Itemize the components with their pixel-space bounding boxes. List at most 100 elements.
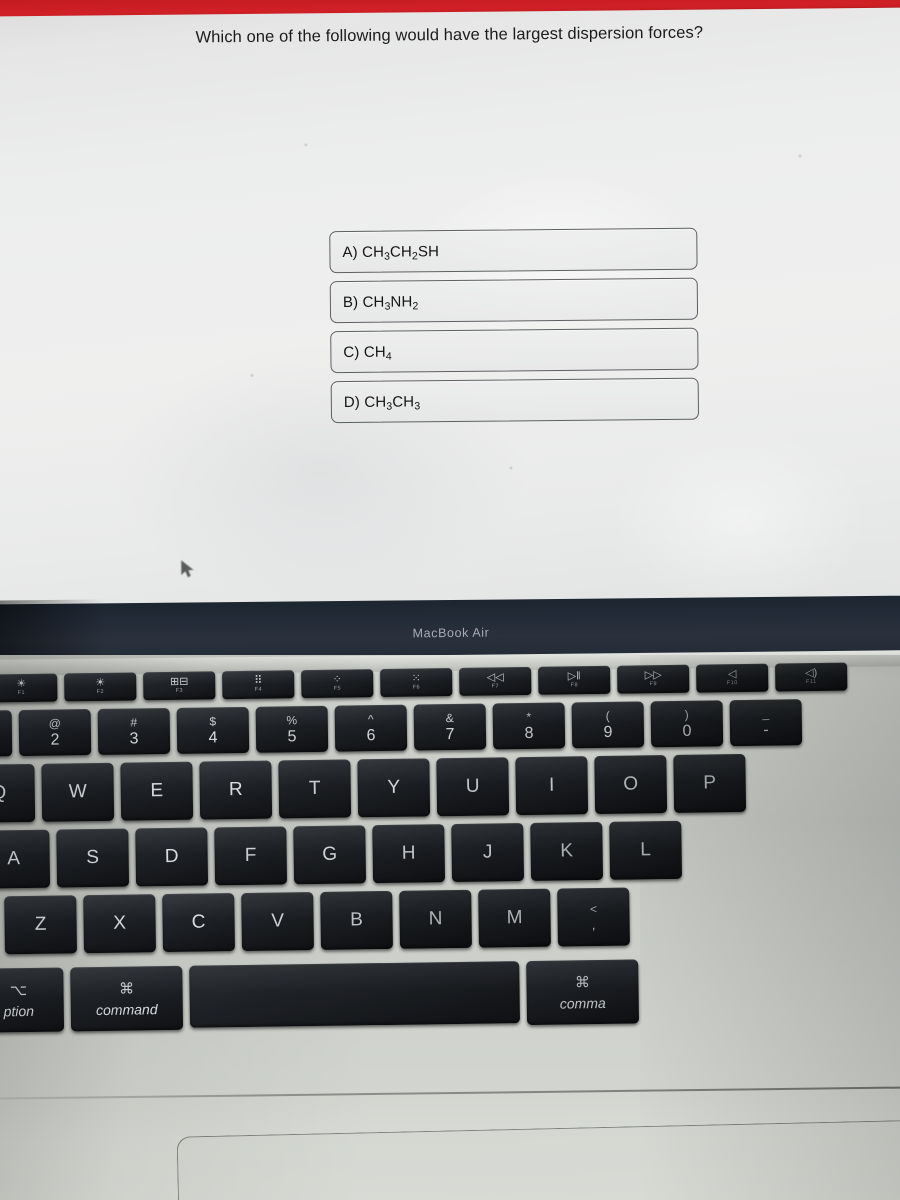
key-s[interactable]: S [56, 828, 130, 888]
key-b[interactable]: B [320, 890, 393, 950]
key-label: G [322, 843, 338, 865]
key-f7[interactable]: ◁◁ F7 [459, 666, 532, 696]
key-upper-label: * [526, 709, 532, 724]
key--[interactable]: _ - [729, 699, 803, 747]
answer-option-b[interactable]: B) CH3NH2 [329, 277, 699, 324]
key-l[interactable]: L [609, 820, 683, 880]
key-a[interactable]: A [0, 829, 51, 889]
key-f2[interactable]: ☀ F2 [64, 672, 137, 702]
answer-option-c[interactable]: C) CH4 [330, 327, 699, 374]
key-upper-label: $ [209, 713, 217, 728]
key-7[interactable]: & 7 [413, 703, 487, 751]
key-label: F7 [491, 683, 500, 690]
screen-speck [304, 143, 308, 147]
key-2[interactable]: @2 [18, 709, 92, 757]
key-r[interactable]: R [199, 760, 273, 820]
key-f9[interactable]: ▷▷ F9 [617, 664, 690, 694]
key-w[interactable]: W [41, 762, 115, 822]
key-label: U [465, 775, 480, 797]
key-z[interactable]: Z [4, 895, 78, 955]
key-p[interactable]: P [673, 753, 747, 813]
keyboard-brightness-down-icon: ⁘ [332, 673, 342, 686]
answer-option-d-label: D) CH3CH3 [343, 392, 421, 413]
key-f1[interactable]: ☀ F1 [0, 673, 58, 703]
command-key-left[interactable]: ⌘ command [70, 965, 184, 1032]
key-4[interactable]: $4 [176, 706, 250, 754]
screen-speck [798, 154, 802, 158]
keyboard-modifier-row: ⌥ ption ⌘ command ⌘ comma [0, 959, 640, 1033]
key-label: F10 [726, 680, 738, 687]
key-q[interactable]: Q [0, 763, 36, 823]
key-label: S [86, 846, 100, 869]
key-x[interactable]: X [83, 894, 157, 954]
key-n[interactable]: N [399, 889, 472, 949]
key-f4[interactable]: ⠿ F4 [222, 670, 295, 700]
question-text: Which one of the following would have th… [195, 23, 704, 47]
key-1[interactable]: !1 [0, 710, 13, 758]
key-k[interactable]: K [530, 821, 604, 881]
key-9[interactable]: (9 [571, 701, 645, 749]
key-label: Z [34, 913, 47, 935]
key-label: B [350, 909, 364, 931]
option-key[interactable]: ⌥ ption [0, 967, 65, 1033]
key-upper-label: ) [684, 707, 689, 722]
key-f11[interactable]: ◁) F11 [775, 662, 848, 692]
key-8[interactable]: * 8 [492, 702, 566, 750]
key-label: F2 [96, 689, 105, 696]
key-upper-label: % [286, 712, 298, 727]
command-key-right[interactable]: ⌘ comma [526, 959, 640, 1026]
brightness-down-icon: ☀ [16, 678, 27, 691]
key-f5[interactable]: ⁘ F5 [301, 669, 374, 699]
key-label: F9 [649, 681, 658, 688]
key-label: comma [559, 994, 606, 1012]
answer-option-a[interactable]: A) CH3CH2SH [329, 227, 698, 274]
screen-glare-c [609, 428, 871, 611]
option-symbol-icon: ⌥ [9, 981, 28, 999]
spacebar-key[interactable] [189, 961, 521, 1028]
screen-speck [509, 466, 513, 470]
key-m[interactable]: M [478, 888, 551, 948]
key-u[interactable]: U [436, 757, 510, 817]
key-label: F1 [17, 690, 26, 697]
key-y[interactable]: Y [357, 758, 431, 818]
key-lower-label: , [591, 917, 596, 933]
key-o[interactable]: O [594, 755, 668, 815]
key-label: F [244, 844, 257, 866]
launchpad-icon: ⠿ [254, 674, 263, 688]
key-5[interactable]: % 5 [255, 705, 329, 753]
key-6[interactable]: ^ 6 [334, 704, 408, 752]
key-c[interactable]: C [162, 893, 235, 953]
key-lower-label: - [763, 721, 769, 739]
answer-option-d[interactable]: D) CH3CH3 [330, 377, 700, 424]
bezel-shadow [0, 599, 107, 663]
key-e[interactable]: E [120, 761, 194, 821]
key-comma[interactable]: <, [557, 887, 630, 947]
key-f10[interactable]: ◁ F10 [696, 663, 769, 693]
key-label: F5 [333, 685, 342, 692]
key-f[interactable]: F [214, 826, 288, 886]
key-h[interactable]: H [372, 824, 446, 884]
key-j[interactable]: J [451, 823, 525, 883]
key-0[interactable]: ) 0 [650, 700, 724, 748]
key-f3[interactable]: ⊞⊟ F3 [143, 671, 216, 701]
key-label: O [623, 773, 639, 795]
key-label: F6 [412, 684, 421, 691]
key-3[interactable]: #3 [97, 707, 171, 755]
key-upper-label: & [445, 710, 454, 725]
key-t[interactable]: T [278, 759, 352, 819]
key-upper-label: ^ [367, 711, 374, 726]
key-f6[interactable]: ⁙ F6 [380, 668, 453, 698]
key-i[interactable]: I [515, 756, 589, 816]
key-label: F4 [254, 686, 263, 694]
keyboard-bottom-letter-row: Z X C V B N M <, [4, 887, 630, 955]
key-upper-label: @ [48, 716, 61, 731]
key-g[interactable]: G [293, 825, 367, 885]
keyboard-brightness-up-icon: ⁙ [411, 672, 421, 685]
key-v[interactable]: V [241, 892, 314, 952]
key-label: A [7, 848, 21, 870]
key-f8[interactable]: ▷ǁ F8 [538, 665, 611, 695]
key-d[interactable]: D [135, 827, 209, 887]
key-label: R [228, 778, 243, 801]
key-upper-label: ( [605, 708, 610, 723]
keyboard-qwerty-row: QWE R TY U I O P [0, 753, 747, 823]
